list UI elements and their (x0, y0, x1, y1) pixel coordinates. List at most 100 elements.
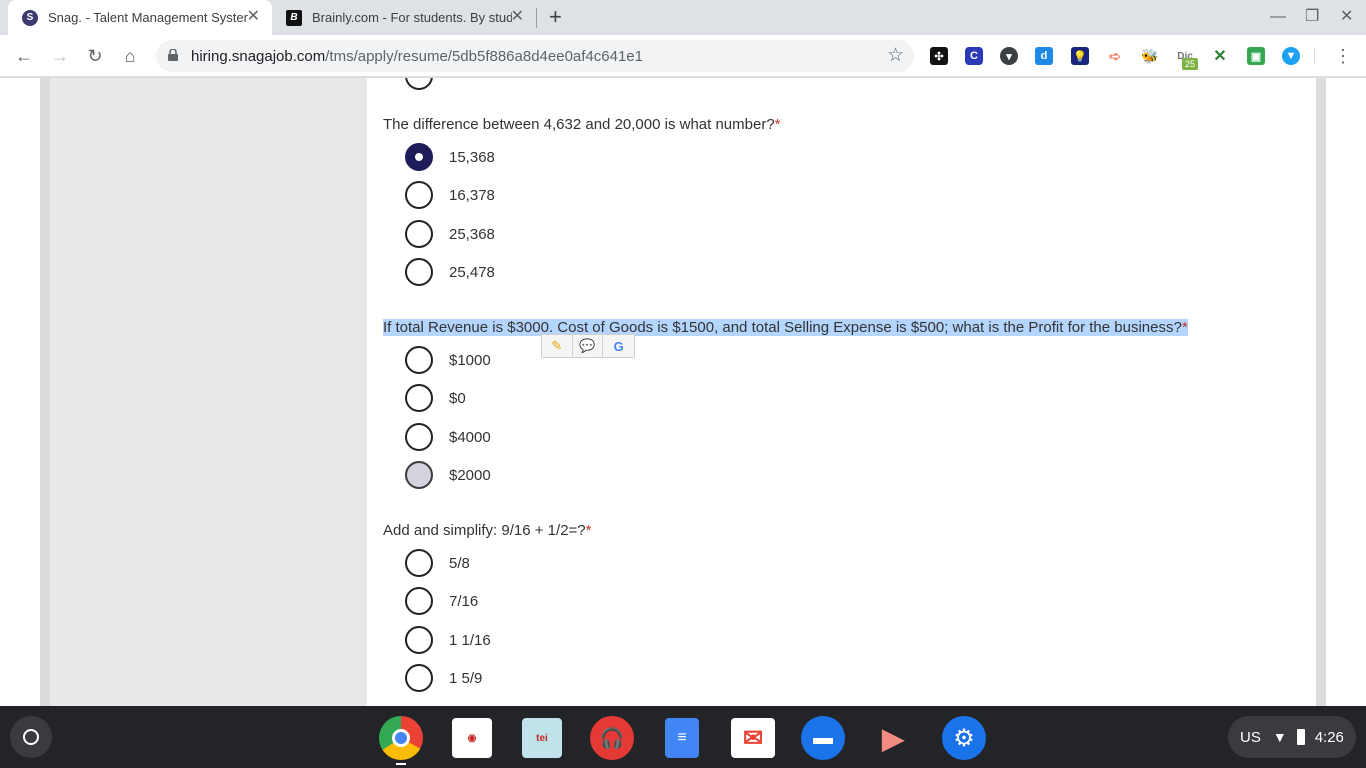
headphones-app-icon[interactable]: 🎧 (590, 716, 634, 760)
question-text: Add and simplify: 9/16 + 1/2=? (383, 522, 586, 539)
close-window-icon[interactable]: ✕ (1340, 6, 1353, 28)
chrome-app-icon[interactable] (379, 716, 423, 760)
radio-button[interactable] (405, 664, 433, 692)
option-1-1-16[interactable]: 1 1/16 (405, 625, 491, 655)
option-4000[interactable]: $4000 (405, 422, 491, 452)
home-icon[interactable]: ⌂ (118, 44, 142, 68)
page-viewport: The difference between 4,632 and 20,000 … (0, 78, 1366, 706)
c-extension-icon[interactable]: C (965, 47, 983, 65)
launcher-icon (23, 729, 39, 745)
radio-button[interactable] (405, 143, 433, 171)
question-text: The difference between 4,632 and 20,000 … (383, 116, 775, 133)
option-1000[interactable]: $1000 (405, 345, 491, 375)
option-label: 15,368 (449, 148, 495, 166)
toolbar-separator (1314, 47, 1315, 65)
question-text: If total Revenue is $3000. Cost of Goods… (383, 319, 1182, 336)
radio-button[interactable] (405, 181, 433, 209)
option-label: $4000 (449, 428, 491, 446)
google-search-icon[interactable]: G (603, 335, 634, 357)
close-tab-icon[interactable]: ✕ (511, 9, 524, 25)
screencastify-app-icon[interactable]: ◉ (452, 718, 492, 758)
radio-button[interactable] (405, 626, 433, 654)
chrome-menu-icon[interactable]: ⋮ (1334, 45, 1352, 67)
radio-button[interactable] (405, 461, 433, 489)
minimize-icon[interactable]: — (1270, 6, 1286, 28)
forward-icon[interactable]: → (48, 44, 72, 68)
option-15368[interactable]: 15,368 (405, 142, 495, 172)
tab-divider (536, 8, 537, 28)
tab-title: Snag. - Talent Management System (48, 10, 248, 25)
lock-icon (168, 49, 178, 61)
active-app-indicator (396, 763, 406, 765)
reload-icon[interactable]: ↻ (83, 44, 107, 68)
bookmark-star-icon[interactable]: ☆ (887, 44, 904, 67)
restore-icon[interactable]: ❐ (1305, 6, 1319, 28)
radio-button[interactable] (405, 549, 433, 577)
snag-favicon-icon: S (22, 9, 38, 26)
screen-recorder-app-icon[interactable]: ▶ (868, 718, 918, 758)
brainly-favicon-icon: B (286, 9, 302, 26)
radio-button[interactable] (405, 587, 433, 615)
bee-extension-icon[interactable]: 🐝 (1141, 47, 1159, 65)
back-icon[interactable]: ← (12, 44, 36, 68)
option-5-8[interactable]: 5/8 (405, 548, 470, 578)
option-label: $1000 (449, 351, 491, 369)
comment-icon[interactable]: 💬 (573, 335, 604, 357)
pencil-icon[interactable]: ✎ (542, 335, 573, 357)
option-label: 16,378 (449, 186, 495, 204)
tab-title: Brainly.com - For students. By students (312, 10, 512, 25)
option-0[interactable]: $0 (405, 383, 466, 413)
option-25478[interactable]: 25,478 (405, 257, 495, 287)
option-7-16[interactable]: 7/16 (405, 586, 478, 616)
shield-extension-icon[interactable]: ▾ (1000, 47, 1018, 65)
files-app-icon[interactable]: ▬ (801, 716, 845, 760)
tei-education-app-icon[interactable]: tei (522, 718, 562, 758)
application-form: The difference between 4,632 and 20,000 … (367, 78, 1316, 706)
question-3: Add and simplify: 9/16 + 1/2=?* (383, 522, 591, 539)
previous-question-radio[interactable] (405, 78, 433, 90)
page-border-left (40, 78, 50, 706)
selection-toolbar: ✎ 💬 G (541, 334, 635, 358)
required-mark: * (1181, 319, 1188, 336)
clock: 4:26 (1314, 728, 1344, 746)
radio-button[interactable] (405, 346, 433, 374)
option-label: 1 5/9 (449, 669, 483, 687)
address-bar[interactable]: hiring.snagajob.com/tms/apply/resume/5db… (156, 40, 914, 72)
required-mark: * (774, 116, 781, 133)
gmail-app-icon[interactable]: ✉ (731, 718, 775, 758)
option-25368[interactable]: 25,368 (405, 219, 495, 249)
option-label: $2000 (449, 466, 491, 484)
required-mark: * (585, 522, 592, 539)
os-shelf: ◉ tei 🎧 ≡ ✉ ▬ ▶ ⚙ (0, 706, 1366, 768)
radio-button[interactable] (405, 423, 433, 451)
new-tab-icon[interactable]: + (549, 6, 562, 28)
option-label: 1 1/16 (449, 631, 491, 649)
radio-button[interactable] (405, 220, 433, 248)
close-tab-icon[interactable]: ✕ (247, 9, 260, 25)
tab-brainly[interactable]: B Brainly.com - For students. By student… (276, 0, 536, 35)
vpn-extension-icon[interactable]: ▼ (1282, 47, 1300, 65)
settings-app-icon[interactable]: ⚙ (942, 716, 986, 760)
launcher-button[interactable] (10, 716, 52, 758)
url-text: hiring.snagajob.com/tms/apply/resume/5db… (191, 48, 643, 65)
dropbox-extension-icon[interactable]: ✣ (930, 47, 948, 65)
d-extension-icon[interactable]: d (1035, 47, 1053, 65)
option-2000[interactable]: $2000 (405, 460, 491, 490)
tab-strip: S Snag. - Talent Management System ✕ B B… (0, 0, 1366, 35)
wifi-icon: ▼ (1272, 729, 1287, 745)
status-tray[interactable]: US ▼ 4:26 (1228, 716, 1356, 758)
x-extension-icon[interactable]: ✕ (1211, 47, 1229, 65)
keyboard-locale: US (1240, 728, 1261, 746)
extension-badge: 25 (1182, 58, 1199, 70)
google-docs-app-icon[interactable]: ≡ (665, 718, 699, 758)
option-16378[interactable]: 16,378 (405, 180, 495, 210)
option-label: 7/16 (449, 592, 479, 610)
screencast-extension-icon[interactable]: ➪ (1106, 47, 1124, 65)
tab-snag[interactable]: S Snag. - Talent Management System ✕ (8, 0, 272, 35)
radio-button[interactable] (405, 258, 433, 286)
lightbulb-extension-icon[interactable]: 💡 (1071, 47, 1089, 65)
option-1-5-9[interactable]: 1 5/9 (405, 663, 482, 693)
classroom-extension-icon[interactable]: ▣ (1247, 47, 1265, 65)
radio-button[interactable] (405, 384, 433, 412)
page-border-right (1316, 78, 1326, 706)
